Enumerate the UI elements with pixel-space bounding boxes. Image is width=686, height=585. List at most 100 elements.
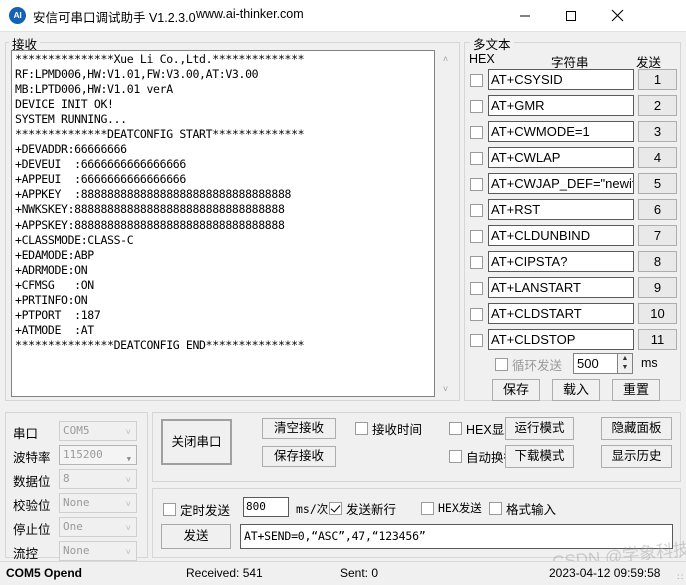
status-received: Received: 541 (186, 566, 263, 580)
chevron-down-icon: ˅ (125, 524, 131, 534)
format-input-label: 格式输入 (506, 503, 557, 517)
command-input-9[interactable]: AT+LANSTART (488, 277, 634, 298)
scroll-down-icon[interactable]: ˅ (437, 380, 454, 397)
loop-interval-stepper[interactable]: ▲ ▼ (617, 353, 633, 374)
serial-combo-1[interactable]: 115200 ▼ (59, 445, 137, 465)
window-title-url: www.ai-thinker.com (196, 7, 304, 21)
send-button-5[interactable]: 5 (638, 173, 677, 194)
hex-checkbox-8[interactable] (470, 256, 483, 269)
receive-time-checkbox[interactable] (355, 422, 368, 435)
serial-combo-2[interactable]: 8 ˅ (59, 469, 137, 489)
send-button-7[interactable]: 7 (638, 225, 677, 246)
hex-checkbox-10[interactable] (470, 308, 483, 321)
loop-interval-input[interactable]: 500 (573, 353, 617, 374)
serial-value-1: 115200 (63, 448, 103, 461)
send-button[interactable]: 发送 (161, 524, 231, 549)
hex-checkbox-2[interactable] (470, 100, 483, 113)
command-input-8[interactable]: AT+CIPSTA? (488, 251, 634, 272)
scroll-up-icon[interactable]: ˄ (437, 50, 454, 67)
hex-checkbox-5[interactable] (470, 178, 483, 191)
send-button-11[interactable]: 11 (638, 329, 677, 350)
hex-checkbox-7[interactable] (470, 230, 483, 243)
hex-checkbox-11[interactable] (470, 334, 483, 347)
format-input-checkbox[interactable] (489, 502, 502, 515)
run-mode-button[interactable]: 运行模式 (505, 417, 574, 440)
hex-checkbox-9[interactable] (470, 282, 483, 295)
app-window: AI 安信可串口调试助手 V1.2.3.0 www.ai-thinker.com… (0, 0, 686, 585)
timed-interval-unit: ms/次 (296, 502, 329, 516)
serial-label-0: 串口 (13, 427, 39, 441)
command-input-5[interactable]: AT+CWJAP_DEF="newifi_ (488, 173, 634, 194)
chevron-down-icon: ˅ (125, 476, 131, 486)
close-button[interactable] (594, 0, 640, 31)
serial-label-1: 波特率 (13, 451, 51, 465)
clear-receive-button[interactable]: 清空接收 (262, 418, 336, 439)
auto-wrap-checkbox[interactable] (449, 450, 462, 463)
multitext-reset-button[interactable]: 重置 (612, 379, 660, 401)
command-input-4[interactable]: AT+CWLAP (488, 147, 634, 168)
serial-value-5: None (63, 544, 90, 557)
loop-send-label: 循环发送 (512, 359, 563, 373)
show-history-button[interactable]: 显示历史 (601, 445, 672, 468)
serial-label-5: 流控 (13, 547, 39, 561)
receive-time-label: 接收时间 (372, 423, 423, 437)
send-button-10[interactable]: 10 (638, 303, 677, 324)
hex-checkbox-1[interactable] (470, 74, 483, 87)
command-input-6[interactable]: AT+RST (488, 199, 634, 220)
multitext-save-button[interactable]: 保存 (492, 379, 540, 401)
hide-panel-button[interactable]: 隐藏面板 (601, 417, 672, 440)
stepper-down-icon[interactable]: ▼ (618, 363, 632, 372)
command-input-2[interactable]: AT+GMR (488, 95, 634, 116)
status-bar: COM5 Opend Received: 541 Sent: 0 2023-04… (0, 561, 686, 585)
hex-display-checkbox[interactable] (449, 422, 462, 435)
send-button-2[interactable]: 2 (638, 95, 677, 116)
command-input-1[interactable]: AT+CSYSID (488, 69, 634, 90)
multitext-row: AT+RST 6 (0, 198, 686, 224)
send-newline-label: 发送新行 (346, 503, 397, 517)
send-button-8[interactable]: 8 (638, 251, 677, 272)
serial-value-3: None (63, 496, 90, 509)
serial-value-2: 8 (63, 472, 70, 485)
maximize-button[interactable] (548, 0, 594, 31)
send-button-9[interactable]: 9 (638, 277, 677, 298)
serial-combo-5[interactable]: None ˅ (59, 541, 137, 561)
hex-checkbox-6[interactable] (470, 204, 483, 217)
serial-combo-4[interactable]: One ˅ (59, 517, 137, 537)
send-button-1[interactable]: 1 (638, 69, 677, 90)
multitext-row: AT+CLDUNBIND 7 (0, 224, 686, 250)
timed-send-checkbox[interactable] (163, 503, 176, 516)
multitext-load-button[interactable]: 载入 (552, 379, 600, 401)
send-newline-checkbox[interactable] (329, 502, 342, 515)
multitext-row: AT+CSYSID 1 (0, 68, 686, 94)
minimize-button[interactable] (502, 0, 548, 31)
chevron-down-icon: ▼ (126, 455, 131, 463)
multitext-panel-label: 多文本 (470, 34, 514, 53)
loop-send-checkbox[interactable] (495, 358, 508, 371)
download-mode-button[interactable]: 下载模式 (505, 445, 574, 468)
close-port-button[interactable]: 关闭串口 (161, 419, 232, 465)
send-button-4[interactable]: 4 (638, 147, 677, 168)
command-input-7[interactable]: AT+CLDUNBIND (488, 225, 634, 246)
hex-checkbox-3[interactable] (470, 126, 483, 139)
multitext-row: AT+CIPSTA? 8 (0, 250, 686, 276)
serial-combo-3[interactable]: None ˅ (59, 493, 137, 513)
command-input-11[interactable]: AT+CLDSTOP (488, 329, 634, 350)
chevron-down-icon: ˅ (125, 500, 131, 510)
send-text-input[interactable]: AT+SEND=0,“ASC”,47,“123456” (240, 524, 673, 549)
window-title: 安信可串口调试助手 V1.2.3.0 (33, 11, 196, 25)
serial-value-4: One (63, 520, 83, 533)
serial-value-0: COM5 (63, 424, 90, 437)
hex-checkbox-4[interactable] (470, 152, 483, 165)
command-input-10[interactable]: AT+CLDSTART (488, 303, 634, 324)
send-button-3[interactable]: 3 (638, 121, 677, 142)
resize-grip-icon[interactable]: ∷ (671, 571, 683, 583)
stepper-up-icon[interactable]: ▲ (618, 354, 632, 363)
serial-combo-0[interactable]: COM5 ˅ (59, 421, 137, 441)
command-input-3[interactable]: AT+CWMODE=1 (488, 121, 634, 142)
send-button-6[interactable]: 6 (638, 199, 677, 220)
timed-interval-input[interactable]: 800 (243, 497, 289, 517)
hex-send-checkbox[interactable] (421, 502, 434, 515)
multitext-row: AT+CWMODE=1 3 (0, 120, 686, 146)
save-receive-button[interactable]: 保存接收 (262, 446, 336, 467)
app-logo-icon: AI (9, 7, 26, 24)
